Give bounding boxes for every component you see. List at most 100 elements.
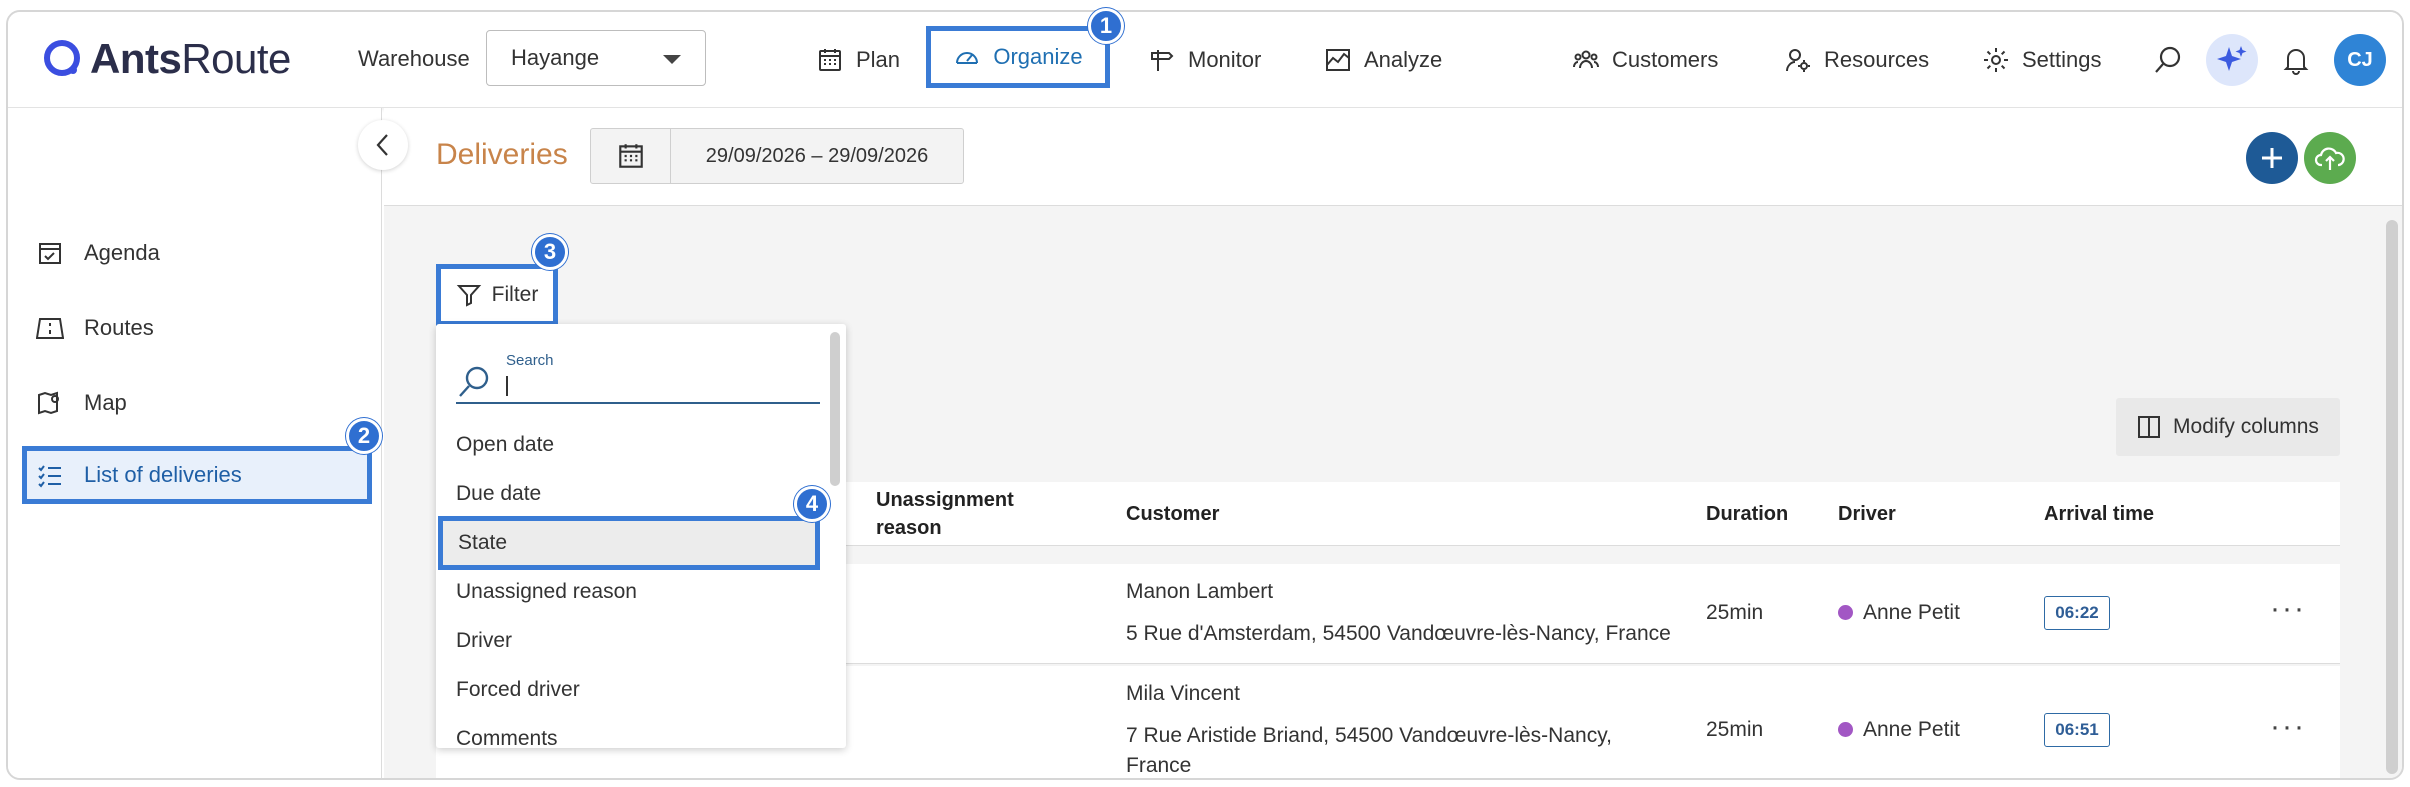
- duration-value: 25min: [1706, 718, 1764, 741]
- nav-monitor[interactable]: Monitor: [1148, 36, 1261, 84]
- collapse-sidebar-button[interactable]: [358, 120, 408, 170]
- sidebar-item-label: List of deliveries: [84, 462, 242, 487]
- nav-monitor-label: Monitor: [1188, 47, 1262, 72]
- callout-badge-2: 2: [346, 418, 382, 454]
- nav-analyze[interactable]: Analyze: [1324, 36, 1442, 84]
- calendar-button[interactable]: [591, 129, 671, 183]
- plus-icon: [2262, 148, 2282, 168]
- filter-option-comments[interactable]: Comments: [436, 714, 816, 749]
- import-button[interactable]: [2304, 132, 2356, 184]
- checklist-icon: [38, 465, 61, 488]
- nav-organize-label: Organize: [993, 44, 1083, 69]
- ai-assistant-button[interactable]: [2206, 34, 2258, 86]
- driver-value: Anne Petit: [1838, 601, 1960, 625]
- calendar-icon: [618, 144, 643, 168]
- driver-color-dot: [1838, 722, 1853, 737]
- nav-customers[interactable]: Customers: [1572, 36, 1718, 84]
- driver-value: Anne Petit: [1838, 718, 1960, 742]
- notifications-button[interactable]: [2276, 40, 2316, 80]
- filter-search-field[interactable]: Search: [456, 350, 820, 404]
- main-scrollbar[interactable]: [2386, 220, 2398, 774]
- search-icon: [2155, 46, 2181, 73]
- warehouse-select[interactable]: Hayange: [486, 30, 706, 86]
- arrival-time-badge: 06:22: [2044, 596, 2110, 630]
- users-group-icon: [1573, 50, 1599, 69]
- chevron-down-icon: [663, 55, 681, 64]
- callout-badge-1: 1: [1088, 8, 1124, 44]
- cloud-upload-icon: [2314, 147, 2345, 170]
- map-pin-icon: [38, 391, 59, 415]
- nav-organize[interactable]: Organize: [926, 26, 1110, 88]
- callout-badge-3: 3: [532, 234, 568, 270]
- filter-option-forced-driver[interactable]: Forced driver: [436, 665, 816, 714]
- app-window: AntsRoute Warehouse Hayange Plan Organiz…: [6, 10, 2404, 780]
- search-icon: [459, 366, 489, 397]
- date-range-value: 29/09/2026 – 29/09/2026: [705, 144, 929, 167]
- nav-analyze-label: Analyze: [1364, 47, 1443, 72]
- callout-badge-4: 4: [794, 486, 830, 522]
- page-title: Deliveries: [436, 138, 568, 171]
- customer-name: Manon Lambert: [1126, 580, 1274, 603]
- customer-address: 5 Rue d'Amsterdam, 54500 Vandœuvre-lès-N…: [1126, 622, 1671, 645]
- sidebar-item-label: Routes: [84, 315, 154, 340]
- top-header: AntsRoute Warehouse Hayange Plan Organiz…: [8, 12, 2402, 108]
- nav-plan[interactable]: Plan: [816, 36, 900, 84]
- column-header-arrival-time[interactable]: Arrival time: [2044, 500, 2154, 528]
- column-header-customer[interactable]: Customer: [1126, 500, 1219, 528]
- sidebar-item-map[interactable]: Map: [22, 374, 372, 432]
- nav-resources[interactable]: Resources: [1784, 36, 1929, 84]
- duration-value: 25min: [1706, 601, 1764, 624]
- date-range-picker[interactable]: 29/09/2026 – 29/09/2026: [590, 128, 964, 184]
- filter-option-driver[interactable]: Driver: [436, 616, 816, 665]
- modify-columns-label: Modify columns: [2173, 415, 2319, 438]
- filter-label: Filter: [491, 283, 539, 306]
- user-gear-icon: [1786, 49, 1810, 72]
- filter-button[interactable]: Filter: [436, 264, 558, 326]
- text-cursor: [506, 376, 508, 396]
- search-button[interactable]: [2148, 40, 2188, 80]
- filter-option-unassigned-reason[interactable]: Unassigned reason: [436, 567, 816, 616]
- nav-settings-label: Settings: [2022, 47, 2102, 72]
- sidebar-item-list-of-deliveries[interactable]: List of deliveries: [22, 446, 372, 504]
- more-options-icon[interactable]: ···: [2270, 712, 2306, 742]
- sidebar: Agenda Routes Map List of deliveries: [8, 108, 382, 778]
- bell-icon: [2283, 49, 2309, 75]
- gear-icon: [1984, 48, 2008, 72]
- dropdown-scrollbar[interactable]: [830, 332, 840, 486]
- more-options-icon[interactable]: ···: [2270, 594, 2306, 624]
- road-icon: [36, 318, 64, 339]
- customer-name: Mila Vincent: [1126, 682, 1241, 705]
- antsroute-logo[interactable]: AntsRoute: [42, 34, 291, 84]
- filter-option-open-date[interactable]: Open date: [436, 420, 816, 469]
- chevron-left-icon: [376, 134, 388, 156]
- calendar-grid-icon: [819, 49, 841, 71]
- customer-address: 7 Rue Aristide Briand, 54500 Vandœuvre-l…: [1126, 724, 1612, 747]
- filter-dropdown: Search Open date Due date State Unassign…: [436, 324, 846, 748]
- sidebar-item-label: Map: [84, 390, 127, 415]
- columns-icon: [2138, 416, 2161, 438]
- nav-resources-label: Resources: [1824, 47, 1930, 72]
- calendar-check-icon: [39, 243, 61, 264]
- user-avatar[interactable]: CJ: [2334, 34, 2386, 86]
- nav-plan-label: Plan: [856, 47, 901, 72]
- filter-option-state[interactable]: State: [438, 516, 820, 570]
- column-header-driver[interactable]: Driver: [1838, 500, 1896, 528]
- logo-text: AntsRoute: [90, 35, 291, 82]
- sidebar-item-agenda[interactable]: Agenda: [22, 224, 372, 282]
- modify-columns-button[interactable]: Modify columns: [2116, 398, 2340, 456]
- column-header-duration[interactable]: Duration: [1706, 500, 1788, 528]
- logo-mark-icon: [44, 40, 80, 76]
- signpost-icon: [1151, 50, 1174, 71]
- customer-address-line2: France: [1126, 754, 1192, 777]
- column-header-unassignment-reason[interactable]: Unassignment reason: [876, 486, 1046, 542]
- funnel-icon: [456, 285, 481, 307]
- add-delivery-button[interactable]: [2246, 132, 2298, 184]
- sparkles-icon: [2217, 46, 2247, 71]
- sidebar-item-routes[interactable]: Routes: [22, 299, 372, 357]
- page-toolbar: Deliveries 29/09/2026 – 29/09/2026: [384, 108, 2402, 206]
- sidebar-item-label: Agenda: [84, 240, 160, 265]
- arrival-time-badge: 06:51: [2044, 713, 2110, 747]
- nav-settings[interactable]: Settings: [1982, 36, 2102, 84]
- filter-option-due-date[interactable]: Due date: [436, 469, 816, 518]
- chart-area-icon: [1326, 49, 1350, 71]
